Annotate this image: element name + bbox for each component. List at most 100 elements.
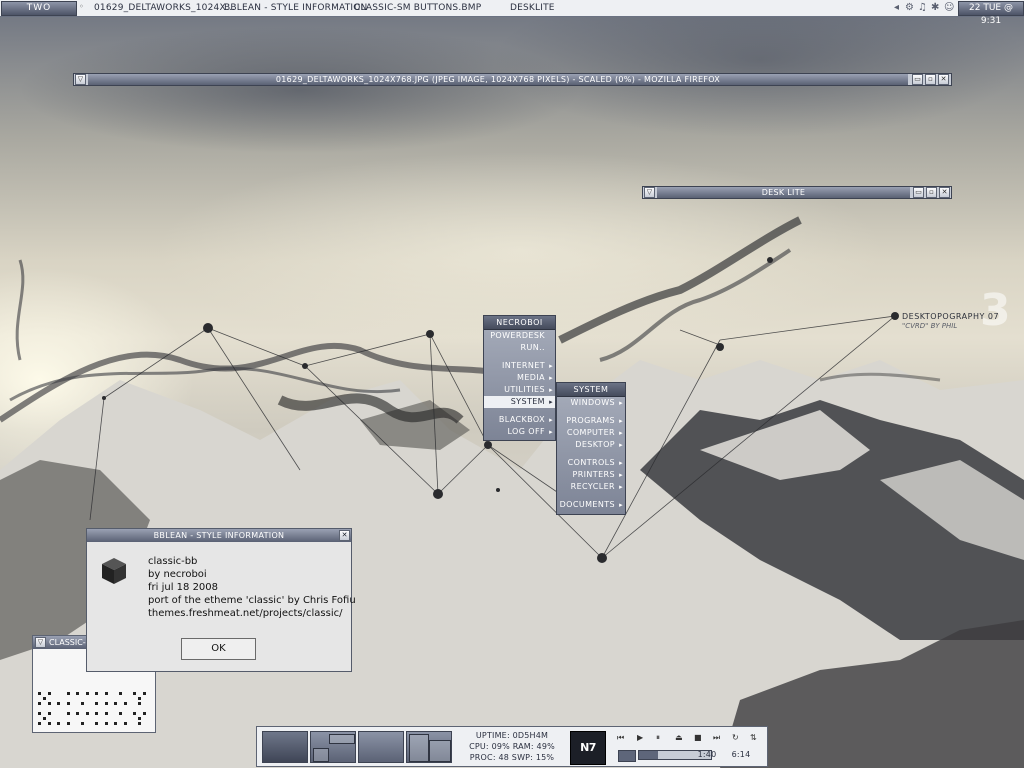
pager-window [313,748,329,762]
style-date: fri jul 18 2008 [148,582,219,593]
task-firefox[interactable]: 01629_DELTAWORKS_1024X... [94,0,235,16]
minimize-button[interactable]: ▭ [913,187,924,198]
close-button[interactable]: ✕ [939,187,950,198]
menu-item-label: SYSTEM [510,397,545,406]
menu-item-system[interactable]: SYSTEM ▸ [484,396,555,408]
button-sprite [133,692,146,705]
dialog-title[interactable]: BBLEAN - STYLE INFORMATION [87,529,351,542]
menu-item-log-off[interactable]: LOG OFF ▸ [484,426,555,438]
cpu-ram-readout: CPU: 09% RAM: 49% [469,742,555,751]
close-icon[interactable]: ✕ [339,530,350,541]
menu-item-label: RECYCLER [570,482,615,491]
minimize-button[interactable]: ▭ [912,74,923,85]
wallpaper-big-numeral: 3 [980,285,1011,336]
maximize-button[interactable]: ▫ [925,74,936,85]
pause-icon[interactable]: ⏸ [656,733,660,743]
uptime-readout: UPTIME: 0D5H4M [475,731,549,740]
menu-item-label: POWERDESK [490,331,545,340]
close-button[interactable]: ✕ [938,74,949,85]
menu-item-label: UTILITIES [504,385,545,394]
submenu-arrow-icon: ▸ [549,374,553,382]
ok-button[interactable]: OK [181,638,256,660]
menu-item-label: MEDIA [517,373,545,382]
seek-bar-fill [639,751,658,759]
menu-item-blackbox[interactable]: BLACKBOX ▸ [484,414,555,426]
bottom-slit: UPTIME: 0D5H4M CPU: 09% RAM: 49% PROC: 4… [256,726,768,767]
dialog-message: classic-bb by necroboi fri jul 18 2008 p… [148,555,356,620]
window-menu-icon[interactable]: ▽ [644,187,655,198]
pager-window [329,734,355,744]
menu-item-powerdesk[interactable]: POWERDESK [484,330,555,342]
pager-workspace-4[interactable] [406,731,452,763]
maximize-button[interactable]: ▫ [926,187,937,198]
menu-item-windows[interactable]: WINDOWS ▸ [557,397,625,409]
previous-track-icon[interactable]: ⏮ [617,733,624,743]
tray-settings-icon[interactable]: ✱ [931,2,939,13]
task-desklite[interactable]: DESKLITE [510,0,555,16]
button-sprite [38,712,51,725]
menu-item-computer[interactable]: COMPUTER ▸ [557,427,625,439]
play-icon[interactable]: ▶ [637,733,643,742]
menu-item-label: DESKTOP [575,440,615,449]
stop-icon[interactable]: ■ [694,733,702,742]
pager-workspace-1[interactable] [262,731,308,763]
menu-item-run[interactable]: RUN.. [484,342,555,354]
submenu-arrow-icon: ▸ [549,386,553,394]
task-style-info[interactable]: BBLEAN - STYLE INFORMATION [224,0,367,16]
shuffle-icon[interactable]: ⇅ [750,733,757,742]
menu-item-printers[interactable]: PRINTERS ▸ [557,469,625,481]
menu-item-label: RUN.. [520,343,545,352]
wallpaper-subtitle: "CVRD" BY PHIL [902,322,958,330]
submenu-arrow-icon: ▸ [619,483,623,491]
tray-volume-icon[interactable]: ♫ [918,2,927,13]
style-credit: port of the etheme 'classic' by Chris Fo… [148,595,356,606]
menu-item-programs[interactable]: PROGRAMS ▸ [557,415,625,427]
repeat-icon[interactable]: ↻ [732,733,739,742]
volume-indicator[interactable] [618,750,636,762]
menu-item-controls[interactable]: CONTROLS ▸ [557,457,625,469]
pager-window [429,740,451,762]
button-sprite [95,712,108,725]
style-name: classic-bb [148,556,198,567]
pager-workspace-2[interactable] [310,731,356,763]
menu-item-desktop[interactable]: DESKTOP ▸ [557,439,625,451]
window-menu-icon[interactable]: ▽ [35,637,46,648]
firefox-window-titlebar[interactable]: ▽ 01629_DELTAWORKS_1024X768.JPG (JPEG IM… [73,73,952,86]
firefox-window-title: 01629_DELTAWORKS_1024X768.JPG (JPEG IMAG… [88,74,908,85]
tray-arrow-icon[interactable]: ◂ [894,2,899,13]
menu-item-utilities[interactable]: UTILITIES ▸ [484,384,555,396]
root-menu-title: NECROBOI [484,316,555,330]
menu-item-label: LOG OFF [507,427,545,436]
workspace-next-icon[interactable]: ◦ [79,2,84,11]
window-menu-icon[interactable]: ▽ [75,74,86,85]
submenu-arrow-icon: ▸ [549,416,553,424]
style-author: by necroboi [148,569,207,580]
clock[interactable]: 22 TUE @ 9:31 [958,1,1024,26]
eject-icon[interactable]: ⏏ [675,733,683,742]
menu-item-documents[interactable]: DOCUMENTS ▸ [557,499,625,511]
submenu-arrow-icon: ▸ [619,441,623,449]
workspace-label[interactable]: TWO [1,1,77,16]
menu-item-recycler[interactable]: RECYCLER ▸ [557,481,625,493]
task-buttons-bmp[interactable]: CLASSIC-SM BUTTONS.BMP [354,0,481,16]
button-sprite [95,692,108,705]
submenu-arrow-icon: ▸ [549,428,553,436]
menu-item-label: DOCUMENTS [559,500,615,509]
menu-item-media[interactable]: MEDIA ▸ [484,372,555,384]
button-sprite [76,712,89,725]
button-sprite [57,692,70,705]
proc-swap-readout: PROC: 48 SWP: 15% [469,753,555,762]
elapsed-time: 1:40 [697,750,717,759]
root-menu: NECROBOI POWERDESK RUN.. INTERNET ▸ MEDIA… [483,315,556,441]
pager-workspace-3[interactable] [358,731,404,763]
menu-item-label: COMPUTER [566,428,615,437]
top-toolbar: TWO ◦ 01629_DELTAWORKS_1024X... BBLEAN -… [0,0,1024,26]
menu-item-label: WINDOWS [570,398,615,407]
menu-item-internet[interactable]: INTERNET ▸ [484,360,555,372]
tray-messenger-icon[interactable]: ☺ [944,2,954,13]
desklite-window-titlebar[interactable]: ▽ DESK LITE ▭ ▫ ✕ [642,186,952,199]
tray-network-icon[interactable]: ⚙ [905,2,914,13]
menu-item-label: BLACKBOX [498,415,545,424]
next-track-icon[interactable]: ⏭ [713,733,720,743]
submenu-arrow-icon: ▸ [619,429,623,437]
